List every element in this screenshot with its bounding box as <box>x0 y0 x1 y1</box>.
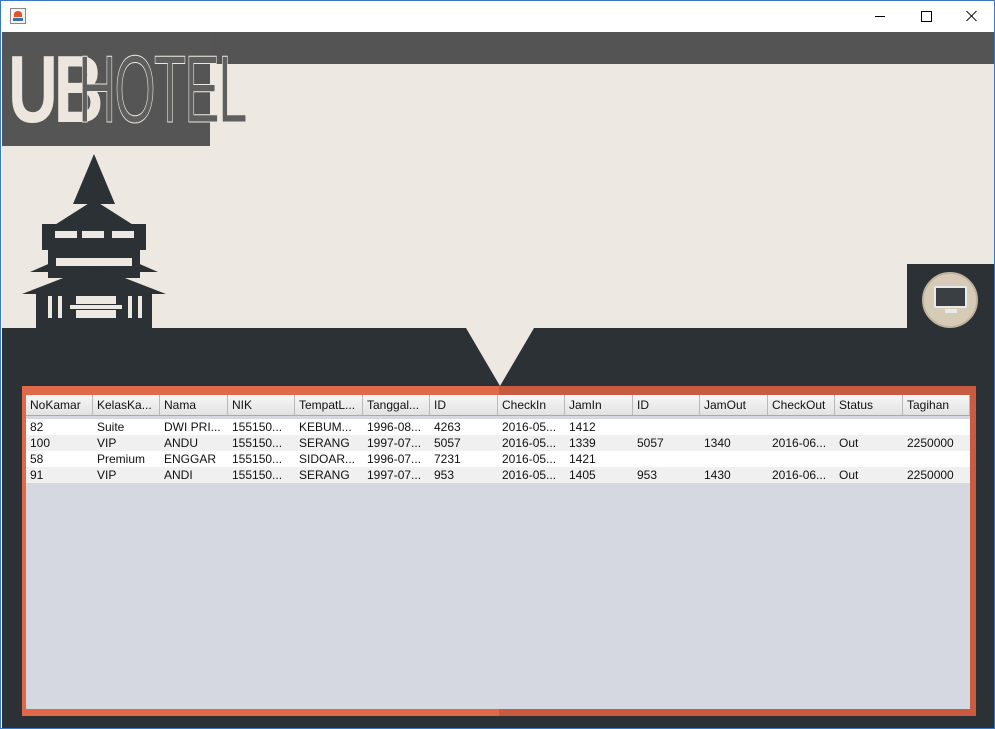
booking-table[interactable]: NoKamar KelasKa... Nama NIK TempatL... T… <box>26 395 970 709</box>
table-cell: 2016-05... <box>502 452 557 466</box>
table-cell: 7231 <box>434 452 461 466</box>
table-cell <box>700 451 768 467</box>
table-row[interactable]: 100 VIP ANDU 155150... SERANG 1997-07...… <box>26 435 970 451</box>
column-header[interactable]: KelasKa... <box>93 395 160 415</box>
table-cell: 1996-07... <box>367 452 422 466</box>
table-cell <box>633 451 700 467</box>
table-cell <box>835 451 903 467</box>
table-cell: 2016-05... <box>502 420 557 434</box>
table-cell: 155150... <box>232 436 283 450</box>
table-cell: 58 <box>30 452 44 466</box>
table-cell <box>835 419 903 435</box>
table-header: NoKamar KelasKa... Nama NIK TempatL... T… <box>26 395 970 416</box>
table-body: 82 Suite DWI PRI... 155150... KEBUM... 1… <box>26 419 970 483</box>
table-cell: 2016-05... <box>502 468 557 482</box>
table-cell: VIP <box>97 436 117 450</box>
table-cell: Suite <box>97 420 125 434</box>
hotel-logo: UB HOTEL <box>2 32 248 146</box>
table-cell: ANDI <box>164 468 193 482</box>
column-header[interactable]: JamOut <box>700 395 768 415</box>
table-cell: VIP <box>97 468 117 482</box>
table-cell: 100 <box>30 436 51 450</box>
table-cell: ANDU <box>164 436 199 450</box>
column-header[interactable]: NoKamar <box>26 395 93 415</box>
table-row[interactable]: 91 VIP ANDI 155150... SERANG 1997-07... … <box>26 467 970 483</box>
table-cell: 1996-08... <box>367 420 422 434</box>
table-cell: 4263 <box>434 420 461 434</box>
table-cell: SERANG <box>299 468 350 482</box>
column-header[interactable]: JamIn <box>565 395 633 415</box>
table-cell: 5057 <box>637 436 664 450</box>
column-header[interactable]: Status <box>835 395 903 415</box>
column-header[interactable]: Nama <box>160 395 228 415</box>
table-cell <box>903 451 970 467</box>
table-cell: 2250000 <box>907 468 954 482</box>
column-header[interactable]: TempatL... <box>295 395 363 415</box>
table-cell: 5057 <box>434 436 461 450</box>
table-cell: 1412 <box>569 420 596 434</box>
logo-text-ub: UB <box>8 36 104 143</box>
table-cell: 1997-07... <box>367 436 422 450</box>
banner-pointer <box>466 328 534 386</box>
close-icon <box>966 10 978 22</box>
table-cell: 155150... <box>232 468 283 482</box>
table-cell <box>700 419 768 435</box>
column-header[interactable]: ID <box>430 395 498 415</box>
table-cell: 155150... <box>232 420 283 434</box>
table-cell: 1421 <box>569 452 596 466</box>
table-cell <box>768 451 835 467</box>
table-cell: Out <box>839 436 859 450</box>
monitor-icon <box>934 286 967 308</box>
minimize-button[interactable] <box>857 1 903 31</box>
table-row[interactable]: 82 Suite DWI PRI... 155150... KEBUM... 1… <box>26 419 970 435</box>
app-window: UB HOTEL NoKamar KelasKa... Nama NIK Tem… <box>0 0 995 729</box>
maximize-icon <box>920 10 932 22</box>
table-cell: DWI PRI... <box>164 420 221 434</box>
table-cell <box>768 419 835 435</box>
column-header[interactable]: Tagihan <box>903 395 970 415</box>
column-header[interactable]: NIK <box>228 395 295 415</box>
table-cell: ENGGAR <box>164 452 217 466</box>
java-app-icon <box>10 8 26 24</box>
pagoda-icon <box>22 154 166 330</box>
table-cell: 1405 <box>569 468 596 482</box>
table-cell: 1997-07... <box>367 468 422 482</box>
column-header[interactable]: CheckIn <box>498 395 565 415</box>
table-cell: 1340 <box>704 436 731 450</box>
footer-strip <box>2 716 994 728</box>
column-header[interactable]: ID <box>633 395 700 415</box>
table-cell: 2016-05... <box>502 436 557 450</box>
table-cell: KEBUM... <box>299 420 352 434</box>
table-cell: SIDOAR... <box>299 452 356 466</box>
table-cell <box>903 419 970 435</box>
column-header[interactable]: Tanggal... <box>363 395 430 415</box>
table-cell: SERANG <box>299 436 350 450</box>
table-cell: 2016-06... <box>772 436 827 450</box>
table-cell: 1339 <box>569 436 596 450</box>
title-bar[interactable] <box>1 1 994 31</box>
computer-button[interactable] <box>922 272 978 328</box>
close-button[interactable] <box>949 1 994 31</box>
table-cell: 82 <box>30 420 44 434</box>
logo-text-hotel: HOTEL <box>78 36 248 143</box>
table-cell: 1430 <box>704 468 731 482</box>
table-cell <box>633 419 700 435</box>
table-cell: 2250000 <box>907 436 954 450</box>
table-cell: 953 <box>434 468 455 482</box>
table-cell: 91 <box>30 468 44 482</box>
table-cell: 155150... <box>232 452 283 466</box>
main-content: UB HOTEL NoKamar KelasKa... Nama NIK Tem… <box>2 32 994 728</box>
table-row[interactable]: 58 Premium ENGGAR 155150... SIDOAR... 19… <box>26 451 970 467</box>
column-header[interactable]: CheckOut <box>768 395 835 415</box>
minimize-icon <box>875 15 885 17</box>
table-cell: Out <box>839 468 859 482</box>
maximize-button[interactable] <box>903 1 949 31</box>
table-cell: 953 <box>637 468 658 482</box>
monitor-stand-icon <box>945 309 957 313</box>
table-cell: 2016-06... <box>772 468 827 482</box>
table-cell: Premium <box>97 452 146 466</box>
